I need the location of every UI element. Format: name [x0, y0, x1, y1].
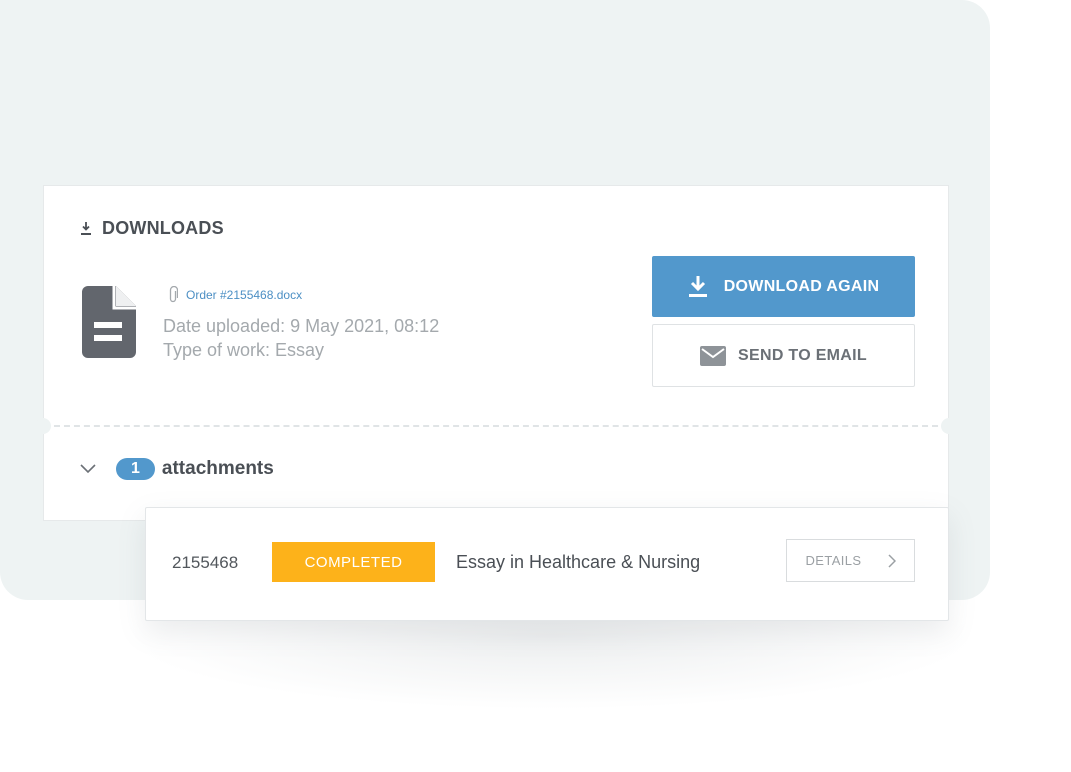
- date-uploaded: Date uploaded: 9 May 2021, 08:12: [163, 316, 440, 336]
- details-label: DETAILS: [805, 553, 862, 568]
- downloads-heading: DOWNLOADS: [80, 218, 224, 239]
- order-title: Essay in Healthcare & Nursing: [456, 552, 701, 572]
- downloads-card: DOWNLOADS Order #2155468.docx Date uploa…: [35, 185, 957, 521]
- downloads-title: DOWNLOADS: [102, 218, 224, 238]
- order-id: 2155468: [172, 553, 239, 572]
- chevron-down-icon: [80, 464, 96, 474]
- attachments-count-badge: 1: [116, 458, 155, 480]
- send-to-email-button[interactable]: SEND TO EMAIL: [652, 324, 915, 387]
- mail-icon: [700, 345, 727, 366]
- download-again-button[interactable]: DOWNLOAD AGAIN: [652, 256, 915, 317]
- paperclip-icon: [169, 286, 178, 303]
- status-badge: COMPLETED: [272, 542, 435, 582]
- file-name[interactable]: Order #2155468.docx: [186, 288, 302, 302]
- order-row: 2155468 COMPLETED Essay in Healthcare & …: [145, 507, 949, 621]
- document-icon: [82, 286, 136, 358]
- details-button[interactable]: DETAILS: [786, 539, 915, 582]
- file-link[interactable]: Order #2155468.docx: [168, 286, 302, 304]
- download-icon: [81, 221, 91, 235]
- download-icon: [688, 275, 707, 297]
- download-again-label: DOWNLOAD AGAIN: [723, 277, 880, 295]
- dashed-divider: [44, 425, 948, 427]
- chevron-right-icon: [887, 553, 896, 568]
- send-to-email-label: SEND TO EMAIL: [738, 346, 867, 364]
- attachments-label: attachments: [161, 458, 274, 479]
- divider-notch-right: [941, 418, 957, 434]
- divider-notch-left: [35, 418, 51, 434]
- type-of-work: Type of work: Essay: [163, 340, 325, 360]
- attachments-toggle[interactable]: 1 attachments: [80, 458, 274, 480]
